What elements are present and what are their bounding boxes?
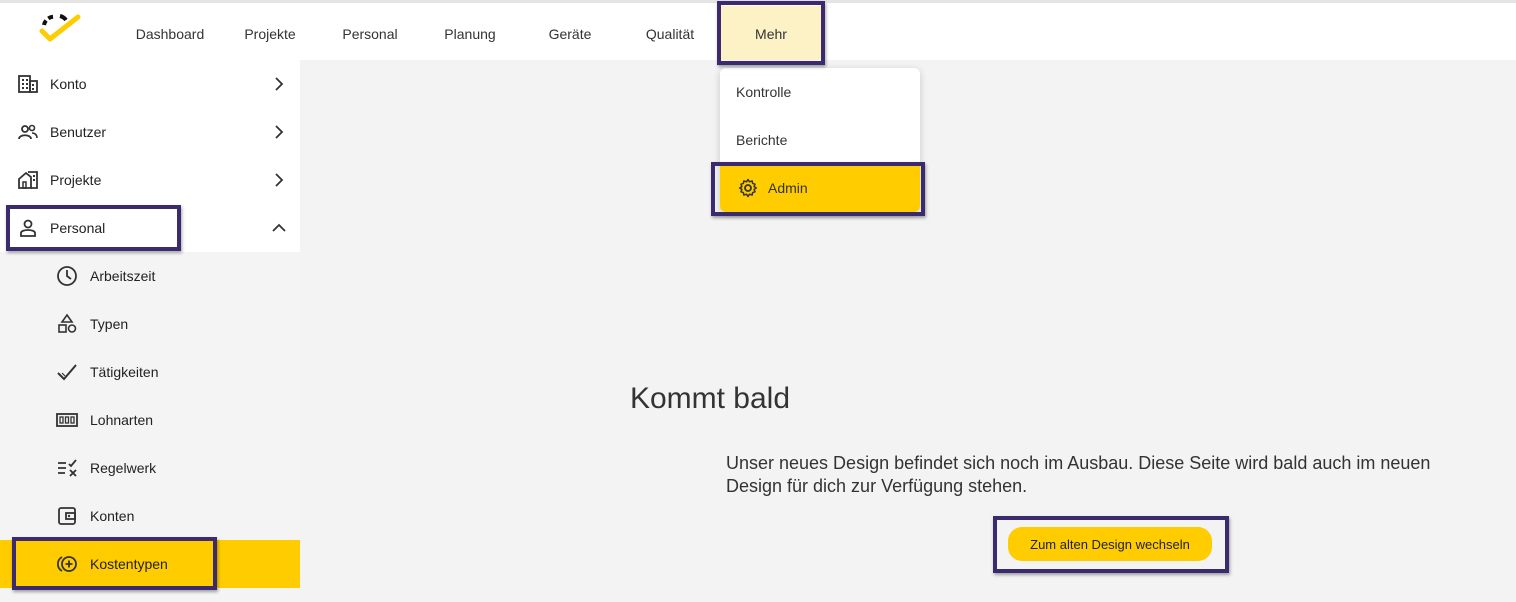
nav-projekte[interactable]: Projekte	[235, 6, 305, 62]
sidebar-subitem-label: Arbeitszeit	[90, 268, 156, 284]
menu-item-label: Berichte	[736, 132, 788, 148]
sidebar-item-personal[interactable]: Personal	[0, 204, 300, 252]
sidebar-subitem-typen[interactable]: Typen	[0, 300, 300, 348]
info-message: Unser neues Design befindet sich noch im…	[726, 453, 1431, 496]
logo-icon[interactable]	[36, 11, 82, 47]
building-icon	[18, 75, 38, 93]
person-icon	[20, 219, 36, 237]
nav-planung[interactable]: Planung	[435, 6, 505, 62]
page-title: Kommt bald	[629, 382, 791, 415]
chevron-right-icon	[275, 125, 284, 139]
sidebar-subitem-label: Typen	[90, 316, 129, 332]
gear-icon	[738, 178, 758, 198]
users-icon	[18, 124, 38, 140]
add-coin-icon	[56, 556, 77, 572]
chevron-right-icon	[275, 173, 284, 187]
clock-icon	[57, 266, 77, 286]
house-icon	[18, 171, 38, 189]
switch-old-design-button[interactable]: Zum alten Design wechseln	[1008, 527, 1212, 561]
menu-item-label: Kontrolle	[736, 84, 792, 100]
sidebar-item-label: Projekte	[50, 172, 102, 188]
mehr-dropdown-menu: Kontrolle Berichte Admin	[720, 68, 920, 212]
chevron-up-icon	[272, 223, 286, 232]
nav-dashboard[interactable]: Dashboard	[130, 6, 210, 62]
sidebar-subitem-label: Kostentypen	[90, 556, 168, 572]
sidebar-subitem-arbeitszeit[interactable]: Arbeitszeit	[0, 252, 300, 300]
sidebar: Konto Benutzer Projekte Personal Arbeits…	[0, 60, 300, 602]
sidebar-subitem-regelwerk[interactable]: Regelwerk	[0, 444, 300, 492]
top-navigation: Dashboard Projekte Personal Planung Gerä…	[0, 3, 1516, 62]
sidebar-item-konto[interactable]: Konto	[0, 60, 300, 108]
sidebar-item-label: Benutzer	[50, 124, 107, 140]
sidebar-subitem-kostentypen[interactable]: Kostentypen	[0, 540, 300, 588]
menu-item-berichte[interactable]: Berichte	[720, 116, 920, 164]
sidebar-item-benutzer[interactable]: Benutzer	[0, 108, 300, 156]
menu-item-label: Admin	[768, 180, 808, 196]
sidebar-submenu: Arbeitszeit Typen Tätigkeiten Lohnarten …	[0, 252, 300, 602]
menu-item-admin[interactable]: Admin	[720, 164, 920, 212]
check-icon	[57, 364, 77, 381]
rules-icon	[58, 459, 77, 477]
sidebar-subitem-label: Tätigkeiten	[90, 364, 159, 380]
wallet-icon	[58, 507, 76, 525]
menu-item-kontrolle[interactable]: Kontrolle	[720, 68, 920, 116]
sidebar-subitem-konten[interactable]: Konten	[0, 492, 300, 540]
sidebar-subitem-label: Konten	[90, 508, 135, 524]
nav-geraete[interactable]: Geräte	[535, 6, 605, 62]
sidebar-item-label: Personal	[50, 220, 106, 236]
shapes-icon	[58, 313, 77, 333]
nav-qualitaet[interactable]: Qualität	[635, 6, 705, 62]
chevron-right-icon	[275, 77, 284, 91]
nav-personal[interactable]: Personal	[335, 6, 405, 62]
sidebar-item-projekte[interactable]: Projekte	[0, 156, 300, 204]
sidebar-subitem-label: Regelwerk	[90, 460, 157, 476]
nav-mehr[interactable]: Mehr	[721, 6, 821, 62]
sidebar-item-label: Konto	[50, 76, 87, 92]
